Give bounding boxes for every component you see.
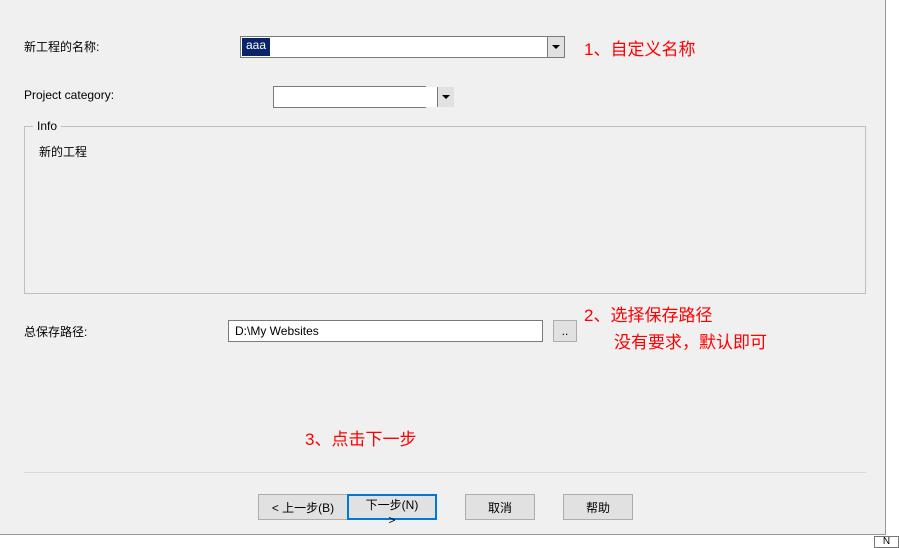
- project-category-label: Project category:: [24, 88, 114, 102]
- save-path-input-wrap: [228, 320, 543, 342]
- browse-wrap: ..: [553, 320, 577, 342]
- info-legend: Info: [33, 119, 61, 133]
- project-name-combobox[interactable]: aaa: [240, 36, 565, 58]
- browse-button[interactable]: ..: [553, 320, 577, 342]
- annotation-2-line1: 2、选择保存路径: [584, 306, 712, 325]
- project-category-combobox[interactable]: [273, 86, 426, 108]
- dialog-panel: 新工程的名称: aaa Project category: Info 新的工程 …: [0, 0, 886, 535]
- save-path-label: 总保存路径:: [24, 323, 87, 340]
- annotation-3: 3、点击下一步: [305, 426, 416, 453]
- corner-indicator: N: [874, 536, 899, 548]
- annotation-2-line2: 没有要求，默认即可: [614, 333, 767, 352]
- help-button[interactable]: 帮助: [563, 494, 633, 520]
- save-path-row: 总保存路径:: [24, 323, 87, 340]
- project-name-combo-wrap: aaa: [240, 36, 565, 58]
- next-button[interactable]: 下一步(N) >: [347, 494, 437, 520]
- annotation-1: 1、自定义名称: [584, 36, 695, 63]
- separator: [24, 472, 866, 473]
- annotation-2: 2、选择保存路径 没有要求，默认即可: [584, 302, 767, 356]
- project-name-dropdown-button[interactable]: [547, 37, 564, 57]
- project-category-combo-wrap: [273, 86, 426, 108]
- info-fieldset: Info 新的工程: [24, 126, 866, 294]
- project-name-input[interactable]: aaa: [242, 38, 270, 56]
- project-category-row: Project category:: [24, 88, 114, 102]
- save-path-input[interactable]: [228, 320, 543, 342]
- cancel-button[interactable]: 取消: [465, 494, 535, 520]
- back-button[interactable]: < 上一步(B): [258, 494, 348, 520]
- info-content: 新的工程: [25, 127, 865, 176]
- button-bar: < 上一步(B) 下一步(N) > 取消 帮助: [258, 494, 633, 520]
- info-text: 新的工程: [39, 145, 87, 159]
- project-name-label: 新工程的名称:: [24, 38, 99, 55]
- project-name-row: 新工程的名称:: [24, 38, 99, 55]
- project-category-dropdown-button[interactable]: [437, 87, 454, 107]
- project-category-input[interactable]: [274, 87, 437, 107]
